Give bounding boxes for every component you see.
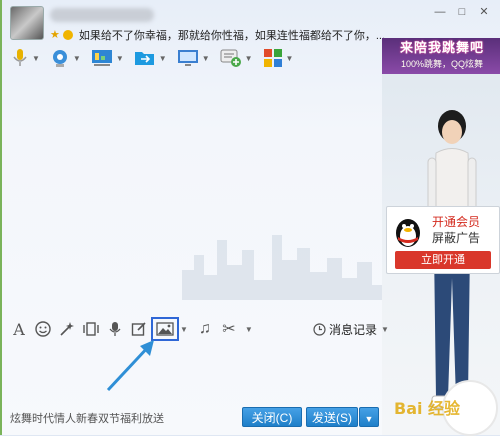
create-discussion-button[interactable]: ▼ xyxy=(217,46,256,70)
ad-banner-subtitle: 100%跳舞，QQ炫舞 xyxy=(400,59,484,69)
message-record-label: 消息记录 xyxy=(329,323,378,337)
signature-row: ★ 如果给不了你幸福，那就给你性福，如果连性福都给不了你，... xyxy=(50,28,385,42)
apps-button[interactable]: ▼ xyxy=(260,46,297,70)
shake-icon xyxy=(83,322,99,336)
screenshot-button[interactable]: ✂ xyxy=(218,318,240,340)
chevron-down-icon[interactable]: ▼ xyxy=(116,54,124,63)
chevron-down-icon[interactable]: ▼ xyxy=(32,54,40,63)
contact-name-blurred xyxy=(50,8,154,22)
contact-signature: 如果给不了你幸福，那就给你性福，如果连性福都给不了你，... xyxy=(78,30,386,42)
send-file-button[interactable]: ▼ xyxy=(131,46,170,70)
voice-message-button[interactable] xyxy=(104,318,126,340)
voice-message-icon xyxy=(109,322,121,336)
qzone-icon[interactable] xyxy=(62,30,73,40)
vip-line1: 开通会员 xyxy=(432,215,481,229)
background-skyline xyxy=(182,235,382,300)
chevron-down-icon[interactable]: ▼ xyxy=(159,54,167,63)
remote-desktop-button[interactable]: ▼ xyxy=(174,46,213,70)
create-discussion-icon xyxy=(220,49,241,67)
whiteboard-icon xyxy=(91,50,112,66)
chevron-down-icon[interactable]: ▼ xyxy=(202,54,210,63)
ad-banner[interactable]: 来陪我跳舞吧 100%跳舞，QQ炫舞 xyxy=(382,38,500,74)
chevron-down-icon: ▼ xyxy=(381,325,389,334)
whiteboard-button[interactable]: ▼ xyxy=(88,46,127,70)
chevron-down-icon[interactable]: ▼ xyxy=(245,325,253,334)
shake-button[interactable] xyxy=(80,318,102,340)
close-button[interactable]: 关闭(C) xyxy=(242,407,302,427)
open-vip-button[interactable]: 立即开通 xyxy=(395,251,491,269)
chevron-down-icon: ▼ xyxy=(364,414,374,424)
send-options-button[interactable]: ▼ xyxy=(359,407,379,427)
promo-text[interactable]: 炫舞时代情人新春双节福利放送 xyxy=(10,410,164,426)
emoji-button[interactable] xyxy=(32,318,54,340)
send-button[interactable]: 发送(S) xyxy=(306,407,358,427)
close-window-button[interactable]: ✕ xyxy=(476,5,492,19)
video-call-button[interactable]: ▼ xyxy=(47,46,84,70)
chevron-down-icon[interactable]: ▼ xyxy=(180,325,188,334)
chevron-down-icon[interactable]: ▼ xyxy=(73,54,81,63)
music-icon: ♫ xyxy=(198,320,211,337)
message-record-button[interactable]: 消息记录 ▼ xyxy=(313,321,389,338)
remote-desktop-icon xyxy=(177,50,198,66)
chat-toolbar: ▼ ▼ ▼ ▼ ▼ ▼ ▼ xyxy=(8,46,296,70)
video-call-icon xyxy=(52,50,67,67)
chat-window: ★ 如果给不了你幸福，那就给你性福，如果连性福都给不了你，... — □ ✕ ▼… xyxy=(0,0,500,436)
input-toolbar: A ▼ ♫ ✂ ▼ xyxy=(8,317,253,341)
voice-call-button[interactable]: ▼ xyxy=(8,46,43,70)
send-file-icon xyxy=(134,52,154,65)
vip-line2: 屏蔽广告 xyxy=(432,231,481,245)
font-icon: A xyxy=(13,319,25,339)
contact-avatar[interactable] xyxy=(10,6,44,40)
watermark: Bai 经验 xyxy=(394,399,461,418)
clock-icon xyxy=(313,323,326,336)
music-button[interactable]: ♫ xyxy=(194,318,216,340)
magic-expression-icon xyxy=(60,322,74,336)
edit-button[interactable] xyxy=(128,318,150,340)
star-icon: ★ xyxy=(50,29,60,41)
window-controls: — □ ✕ xyxy=(432,5,492,19)
chevron-down-icon[interactable]: ▼ xyxy=(286,54,294,63)
ad-banner-title: 来陪我跳舞吧 xyxy=(399,40,484,55)
send-image-button[interactable] xyxy=(151,317,179,341)
screenshot-icon: ✂ xyxy=(222,321,236,338)
minimize-button[interactable]: — xyxy=(432,5,448,19)
font-button[interactable]: A xyxy=(8,318,30,340)
restore-button[interactable]: □ xyxy=(454,5,470,19)
image-icon xyxy=(156,322,174,336)
qq-penguin-icon xyxy=(396,219,420,247)
magic-expression-button[interactable] xyxy=(56,318,78,340)
vip-ad-card: 开通会员 屏蔽广告 立即开通 xyxy=(386,206,500,274)
chevron-down-icon[interactable]: ▼ xyxy=(245,54,253,63)
emoji-icon xyxy=(35,321,51,337)
ad-panel[interactable]: 来陪我跳舞吧 100%跳舞，QQ炫舞 开通会员 屏蔽广告 立即开通 xyxy=(382,38,500,435)
edit-icon xyxy=(131,322,146,336)
microphone-icon xyxy=(13,49,27,66)
apps-icon xyxy=(263,49,282,67)
